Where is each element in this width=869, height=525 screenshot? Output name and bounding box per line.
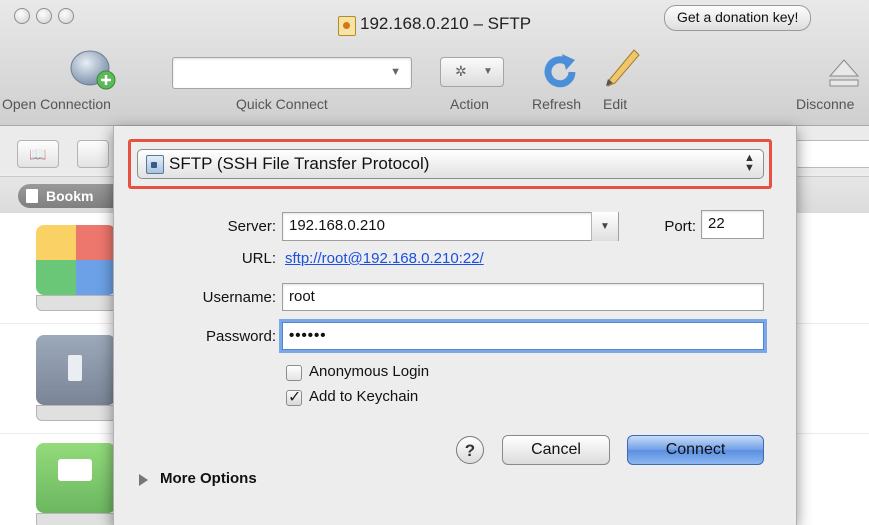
lock-icon [146,155,164,174]
help-button[interactable]: ? [456,436,484,464]
eject-icon[interactable] [826,56,862,90]
document-icon [338,16,356,36]
url-link[interactable]: sftp://root@192.168.0.210:22/ [285,250,484,267]
app-window: 192.168.0.210 – SFTP Get a donation key!… [0,0,869,525]
edit-label[interactable]: Edit [603,96,627,112]
port-input[interactable]: 22 [701,210,764,239]
pencil-icon[interactable] [602,46,642,94]
refresh-label[interactable]: Refresh [532,96,581,112]
server-label: Server: [227,218,276,235]
anonymous-login-checkbox[interactable] [286,365,302,381]
anonymous-login-label[interactable]: Anonymous Login [309,363,429,380]
chevron-down-icon[interactable]: ▼ [390,66,401,78]
action-label: Action [450,96,489,112]
close-window-button[interactable] [14,8,30,24]
open-connection-label[interactable]: Open Connection [2,96,111,112]
cancel-button[interactable]: Cancel [502,435,610,465]
minimize-window-button[interactable] [36,8,52,24]
globe-plus-icon[interactable] [68,48,118,92]
disconnect-label[interactable]: Disconne [796,96,854,112]
password-label: Password: [205,328,276,345]
port-label: Port: [664,218,696,235]
chevron-down-icon: ▼ [483,66,493,77]
select-arrows-icon[interactable]: ▲ ▼ [744,153,755,174]
add-to-keychain-checkbox[interactable] [286,387,302,406]
protocol-label[interactable]: SFTP (SSH File Transfer Protocol) [169,154,429,174]
chevron-down-icon[interactable]: ▼ [591,212,618,241]
username-label: Username: [202,289,276,306]
add-to-keychain-label[interactable]: Add to Keychain [309,388,418,405]
password-input[interactable]: •••••• [282,322,764,350]
zoom-window-button[interactable] [58,8,74,24]
username-input[interactable]: root [282,283,764,311]
action-menu-button[interactable]: ✲ ▼ [440,57,504,87]
more-options-toggle[interactable]: More Options [160,470,257,487]
server-input[interactable]: 192.168.0.210 [282,212,619,241]
disclosure-triangle-icon[interactable] [139,474,148,486]
window-title: 192.168.0.210 – SFTP [360,14,532,33]
quick-connect-input[interactable]: ▼ [172,57,412,89]
donation-key-button[interactable]: Get a donation key! [664,5,812,31]
gear-icon: ✲ [455,63,467,79]
refresh-icon[interactable] [540,52,582,92]
connect-button[interactable]: Connect [627,435,764,465]
url-label: URL: [241,250,276,267]
quick-connect-label: Quick Connect [236,96,328,112]
